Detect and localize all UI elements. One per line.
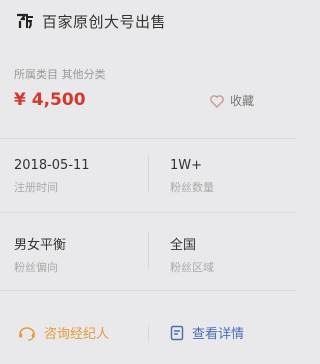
card-header: 百家原创大号出售 [14, 10, 166, 32]
divider [0, 290, 296, 291]
favorite-label: 收藏 [229, 94, 254, 108]
document-icon [170, 325, 184, 340]
category-text: 所属类目 其他分类 [14, 68, 106, 81]
consult-label: 咨询经纪人 [44, 327, 110, 342]
stat-fans-region: 全国 粉丝区域 [170, 234, 214, 275]
detail-label: 查看详情 [192, 327, 245, 342]
stat-register-date: 2018-05-11 注册时间 [14, 158, 90, 195]
stat-value: 全国 [170, 238, 197, 253]
stat-value: 1W+ [170, 158, 203, 173]
heart-outline-icon [210, 94, 224, 108]
baijiahao-logo-icon [14, 10, 36, 32]
headset-icon [19, 326, 35, 341]
stat-value: 男女平衡 [14, 238, 67, 253]
stat-label: 粉丝数量 [170, 181, 214, 194]
stat-label: 粉丝偏向 [14, 261, 58, 274]
divider [148, 325, 149, 341]
divider [148, 232, 149, 268]
stat-label: 注册时间 [14, 181, 58, 194]
listing-title[interactable]: 百家原创大号出售 [42, 11, 166, 32]
view-details-button[interactable]: 查看详情 [170, 323, 244, 342]
account-listing-card: 百家原创大号出售 所属类目 其他分类 ¥ 4,500 收藏 2018-05-11… [0, 0, 296, 364]
divider [148, 156, 149, 192]
stat-label: 粉丝区域 [170, 261, 214, 274]
stat-fans-gender: 男女平衡 粉丝偏向 [14, 234, 66, 275]
consult-agent-button[interactable]: 咨询经纪人 [18, 323, 109, 342]
stat-value: 2018-05-11 [14, 158, 90, 173]
stat-fans-count: 1W+ 粉丝数量 [170, 158, 214, 195]
divider [0, 212, 296, 213]
favorite-button[interactable]: 收藏 [209, 92, 254, 109]
card-footer: 咨询经纪人 查看详情 [0, 318, 296, 348]
price: ¥ 4,500 [14, 90, 86, 110]
divider [0, 138, 296, 139]
